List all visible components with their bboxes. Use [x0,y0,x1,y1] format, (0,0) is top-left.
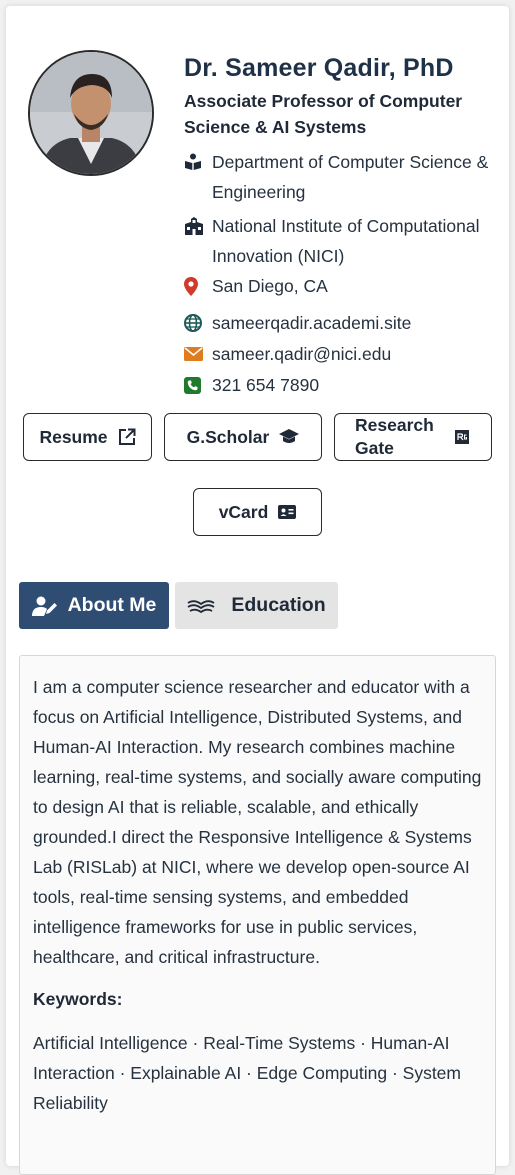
about-panel: I am a computer science researcher and e… [19,655,496,1175]
tab-about-label: About Me [67,594,157,616]
google-scholar-button[interactable]: G.Scholar [164,413,322,461]
globe-icon [184,308,204,338]
email-link[interactable]: sameer.qadir@nici.edu [212,339,497,369]
research-gate-button[interactable]: Research Gate [334,413,492,461]
institute-row: National Institute of Computational Inno… [184,211,497,271]
id-card-icon [278,505,297,519]
profile-name: Dr. Sameer Qadir, PhD [184,54,454,82]
external-link-icon [118,428,136,446]
phone-row[interactable]: 321 654 7890 [184,370,497,400]
tab-education-label: Education [231,594,326,616]
envelope-icon [184,339,204,369]
tab-education[interactable]: Education [175,582,338,629]
book-reader-icon [184,147,204,177]
vcard-label: vCard [218,501,269,522]
scholar-label: G.Scholar [186,426,270,447]
school-icon [184,211,204,241]
location-pin-icon [184,271,204,301]
research-gate-label: Research Gate [355,415,434,458]
location-text: San Diego, CA [212,276,328,296]
profile-title: Associate Professor of Computer Science … [184,91,463,137]
resume-button[interactable]: Resume [23,413,152,461]
avatar [28,50,154,176]
about-text: I am a computer science researcher and e… [33,677,482,967]
location-row: San Diego, CA [184,271,497,301]
graduation-cap-icon [279,429,300,445]
website-row[interactable]: sameerqadir.academi.site [184,308,497,338]
tab-about-me[interactable]: About Me [19,582,169,629]
department-text: Department of Computer Science & Enginee… [212,152,489,202]
keywords-list: Artificial Intelligence · Real-Time Syst… [33,1033,461,1113]
research-gate-icon [455,430,469,444]
email-row[interactable]: sameer.qadir@nici.edu [184,339,497,369]
keywords-label: Keywords: [33,989,123,1009]
open-book-icon [187,597,215,615]
user-edit-icon [31,596,58,616]
phone-icon [184,370,204,400]
profile-photo [30,52,152,174]
profile-card: Dr. Sameer Qadir, PhD Associate Professo… [6,6,509,1175]
vcard-button[interactable]: vCard [193,488,322,536]
phone-text[interactable]: 321 654 7890 [212,370,497,400]
website-link[interactable]: sameerqadir.academi.site [212,308,497,338]
department-row: Department of Computer Science & Enginee… [184,147,497,207]
institute-text: National Institute of Computational Inno… [212,216,480,266]
resume-label: Resume [39,426,108,447]
